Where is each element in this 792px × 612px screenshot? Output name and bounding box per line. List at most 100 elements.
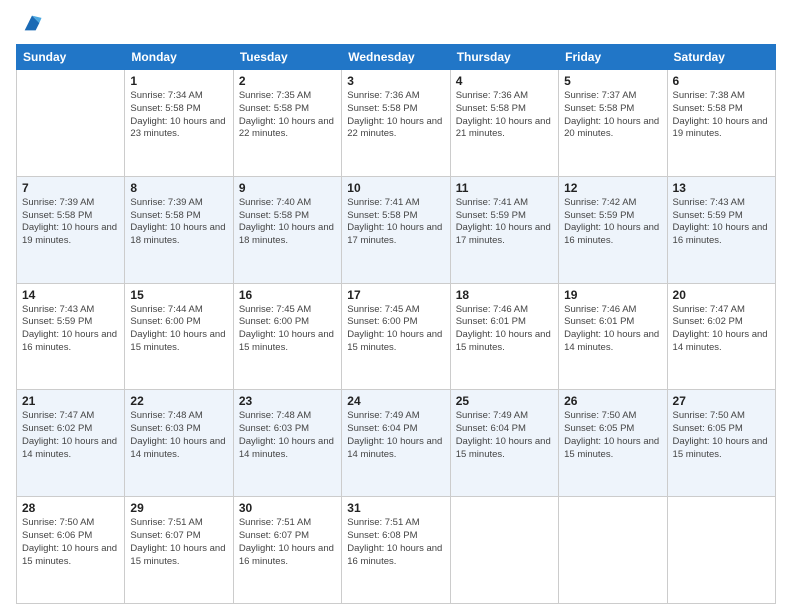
day-number: 2 (239, 74, 336, 88)
day-number: 1 (130, 74, 227, 88)
calendar-cell (667, 497, 775, 604)
day-info: Sunrise: 7:45 AM Sunset: 6:00 PM Dayligh… (239, 304, 336, 355)
day-info: Sunrise: 7:42 AM Sunset: 5:59 PM Dayligh… (564, 197, 661, 248)
header (16, 12, 776, 34)
day-number: 28 (22, 501, 119, 515)
day-number: 15 (130, 288, 227, 302)
day-info: Sunrise: 7:43 AM Sunset: 5:59 PM Dayligh… (22, 304, 119, 355)
day-info: Sunrise: 7:50 AM Sunset: 6:05 PM Dayligh… (564, 410, 661, 461)
day-number: 14 (22, 288, 119, 302)
calendar-cell: 20 Sunrise: 7:47 AM Sunset: 6:02 PM Dayli… (667, 283, 775, 390)
day-info: Sunrise: 7:51 AM Sunset: 6:07 PM Dayligh… (239, 517, 336, 568)
calendar-cell (17, 70, 125, 177)
calendar-week-row: 28 Sunrise: 7:50 AM Sunset: 6:06 PM Dayli… (17, 497, 776, 604)
day-info: Sunrise: 7:41 AM Sunset: 5:58 PM Dayligh… (347, 197, 444, 248)
col-friday: Friday (559, 45, 667, 70)
calendar-cell: 18 Sunrise: 7:46 AM Sunset: 6:01 PM Dayli… (450, 283, 558, 390)
calendar-cell: 25 Sunrise: 7:49 AM Sunset: 6:04 PM Dayli… (450, 390, 558, 497)
day-info: Sunrise: 7:50 AM Sunset: 6:05 PM Dayligh… (673, 410, 770, 461)
day-number: 4 (456, 74, 553, 88)
logo (16, 12, 43, 34)
day-info: Sunrise: 7:49 AM Sunset: 6:04 PM Dayligh… (456, 410, 553, 461)
day-info: Sunrise: 7:36 AM Sunset: 5:58 PM Dayligh… (347, 90, 444, 141)
day-number: 19 (564, 288, 661, 302)
day-info: Sunrise: 7:38 AM Sunset: 5:58 PM Dayligh… (673, 90, 770, 141)
calendar-cell: 15Sunrise: 7:44 AM Sunset: 6:00 PM Dayli… (125, 283, 233, 390)
day-number: 11 (456, 181, 553, 195)
calendar-header-row: Sunday Monday Tuesday Wednesday Thursday… (17, 45, 776, 70)
calendar-cell: 22 Sunrise: 7:48 AM Sunset: 6:03 PM Dayli… (125, 390, 233, 497)
calendar-cell: 3Sunrise: 7:36 AM Sunset: 5:58 PM Daylig… (342, 70, 450, 177)
day-number: 22 (130, 394, 227, 408)
calendar-cell: 6 Sunrise: 7:38 AM Sunset: 5:58 PM Daylig… (667, 70, 775, 177)
day-info: Sunrise: 7:35 AM Sunset: 5:58 PM Dayligh… (239, 90, 336, 141)
calendar-cell: 8Sunrise: 7:39 AM Sunset: 5:58 PM Daylig… (125, 176, 233, 283)
col-thursday: Thursday (450, 45, 558, 70)
calendar-cell: 23Sunrise: 7:48 AM Sunset: 6:03 PM Dayli… (233, 390, 341, 497)
calendar-week-row: 14 Sunrise: 7:43 AM Sunset: 5:59 PM Dayli… (17, 283, 776, 390)
day-info: Sunrise: 7:50 AM Sunset: 6:06 PM Dayligh… (22, 517, 119, 568)
calendar-cell: 11 Sunrise: 7:41 AM Sunset: 5:59 PM Dayli… (450, 176, 558, 283)
day-info: Sunrise: 7:51 AM Sunset: 6:08 PM Dayligh… (347, 517, 444, 568)
day-info: Sunrise: 7:39 AM Sunset: 5:58 PM Dayligh… (22, 197, 119, 248)
calendar-cell: 2 Sunrise: 7:35 AM Sunset: 5:58 PM Daylig… (233, 70, 341, 177)
page: Sunday Monday Tuesday Wednesday Thursday… (0, 0, 792, 612)
calendar-cell: 30Sunrise: 7:51 AM Sunset: 6:07 PM Dayli… (233, 497, 341, 604)
calendar-cell: 26 Sunrise: 7:50 AM Sunset: 6:05 PM Dayli… (559, 390, 667, 497)
day-number: 12 (564, 181, 661, 195)
day-number: 13 (673, 181, 770, 195)
day-number: 24 (347, 394, 444, 408)
calendar-cell: 24 Sunrise: 7:49 AM Sunset: 6:04 PM Dayli… (342, 390, 450, 497)
calendar-cell: 29Sunrise: 7:51 AM Sunset: 6:07 PM Dayli… (125, 497, 233, 604)
calendar-cell: 31Sunrise: 7:51 AM Sunset: 6:08 PM Dayli… (342, 497, 450, 604)
col-saturday: Saturday (667, 45, 775, 70)
day-info: Sunrise: 7:43 AM Sunset: 5:59 PM Dayligh… (673, 197, 770, 248)
day-number: 20 (673, 288, 770, 302)
calendar-cell: 28 Sunrise: 7:50 AM Sunset: 6:06 PM Dayli… (17, 497, 125, 604)
day-info: Sunrise: 7:37 AM Sunset: 5:58 PM Dayligh… (564, 90, 661, 141)
calendar-cell: 19 Sunrise: 7:46 AM Sunset: 6:01 PM Dayli… (559, 283, 667, 390)
col-sunday: Sunday (17, 45, 125, 70)
day-number: 10 (347, 181, 444, 195)
day-info: Sunrise: 7:36 AM Sunset: 5:58 PM Dayligh… (456, 90, 553, 141)
calendar-cell (559, 497, 667, 604)
day-number: 16 (239, 288, 336, 302)
day-info: Sunrise: 7:45 AM Sunset: 6:00 PM Dayligh… (347, 304, 444, 355)
day-info: Sunrise: 7:40 AM Sunset: 5:58 PM Dayligh… (239, 197, 336, 248)
calendar-cell: 10 Sunrise: 7:41 AM Sunset: 5:58 PM Dayli… (342, 176, 450, 283)
day-number: 9 (239, 181, 336, 195)
day-number: 26 (564, 394, 661, 408)
calendar-week-row: 1Sunrise: 7:34 AM Sunset: 5:58 PM Daylig… (17, 70, 776, 177)
day-number: 25 (456, 394, 553, 408)
day-number: 6 (673, 74, 770, 88)
col-tuesday: Tuesday (233, 45, 341, 70)
calendar-cell: 16 Sunrise: 7:45 AM Sunset: 6:00 PM Dayli… (233, 283, 341, 390)
day-number: 29 (130, 501, 227, 515)
day-info: Sunrise: 7:49 AM Sunset: 6:04 PM Dayligh… (347, 410, 444, 461)
day-number: 21 (22, 394, 119, 408)
calendar-cell: 7 Sunrise: 7:39 AM Sunset: 5:58 PM Daylig… (17, 176, 125, 283)
calendar-week-row: 21 Sunrise: 7:47 AM Sunset: 6:02 PM Dayli… (17, 390, 776, 497)
day-info: Sunrise: 7:46 AM Sunset: 6:01 PM Dayligh… (456, 304, 553, 355)
calendar-cell: 4 Sunrise: 7:36 AM Sunset: 5:58 PM Daylig… (450, 70, 558, 177)
calendar-cell: 14 Sunrise: 7:43 AM Sunset: 5:59 PM Dayli… (17, 283, 125, 390)
day-number: 23 (239, 394, 336, 408)
day-number: 18 (456, 288, 553, 302)
day-info: Sunrise: 7:48 AM Sunset: 6:03 PM Dayligh… (130, 410, 227, 461)
calendar-cell (450, 497, 558, 604)
day-number: 7 (22, 181, 119, 195)
day-info: Sunrise: 7:47 AM Sunset: 6:02 PM Dayligh… (22, 410, 119, 461)
day-number: 5 (564, 74, 661, 88)
day-info: Sunrise: 7:47 AM Sunset: 6:02 PM Dayligh… (673, 304, 770, 355)
col-wednesday: Wednesday (342, 45, 450, 70)
calendar-cell: 5 Sunrise: 7:37 AM Sunset: 5:58 PM Daylig… (559, 70, 667, 177)
calendar-cell: 1Sunrise: 7:34 AM Sunset: 5:58 PM Daylig… (125, 70, 233, 177)
day-info: Sunrise: 7:46 AM Sunset: 6:01 PM Dayligh… (564, 304, 661, 355)
calendar-cell: 12 Sunrise: 7:42 AM Sunset: 5:59 PM Dayli… (559, 176, 667, 283)
calendar-cell: 27 Sunrise: 7:50 AM Sunset: 6:05 PM Dayli… (667, 390, 775, 497)
calendar-week-row: 7 Sunrise: 7:39 AM Sunset: 5:58 PM Daylig… (17, 176, 776, 283)
day-info: Sunrise: 7:41 AM Sunset: 5:59 PM Dayligh… (456, 197, 553, 248)
day-number: 8 (130, 181, 227, 195)
day-number: 17 (347, 288, 444, 302)
day-number: 27 (673, 394, 770, 408)
